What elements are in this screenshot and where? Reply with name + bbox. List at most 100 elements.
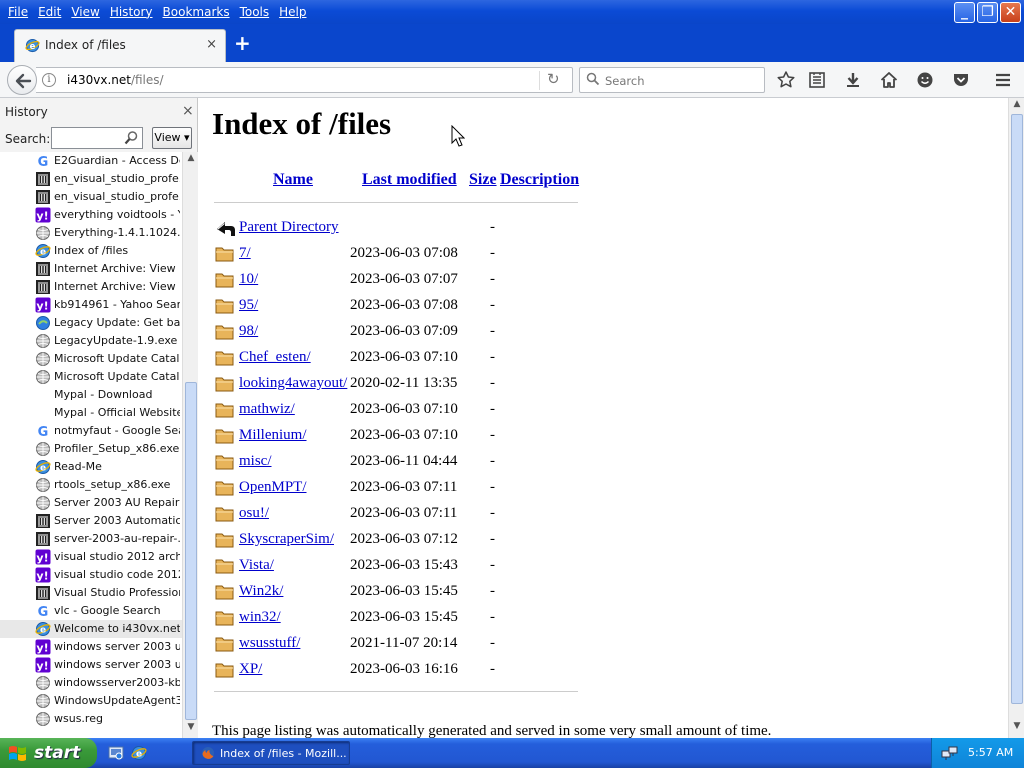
parent-directory-link[interactable]: Parent Directory (239, 219, 339, 236)
history-item[interactable]: G E2Guardian - Access De... (0, 152, 182, 170)
column-name-link[interactable]: Name (273, 171, 313, 189)
history-item[interactable]: y! everything voidtools - Y... (0, 206, 182, 224)
directory-link[interactable]: Vista/ (239, 557, 274, 574)
history-item[interactable]: e Read-Me (0, 458, 182, 476)
network-icon[interactable] (941, 745, 959, 761)
directory-link[interactable]: Win2k/ (239, 583, 283, 600)
directory-link[interactable]: OpenMPT/ (239, 479, 307, 496)
reload-icon[interactable]: ↻ (547, 70, 560, 88)
history-item[interactable]: wsus.reg (0, 710, 182, 728)
sidebar-scroll-thumb[interactable] (185, 382, 197, 720)
history-item[interactable]: Mypal - Download (0, 386, 182, 404)
sidebar-view-button[interactable]: View ▾ (152, 127, 192, 149)
directory-link[interactable]: mathwiz/ (239, 401, 295, 418)
directory-link[interactable]: 7/ (239, 245, 251, 262)
globe-icon (36, 478, 50, 492)
site-info-icon[interactable]: i (42, 73, 56, 87)
directory-link[interactable]: 95/ (239, 297, 258, 314)
history-item-label: Profiler_Setup_x86.exe (54, 442, 180, 455)
history-item[interactable]: Everything-1.4.1.1024.... (0, 224, 182, 242)
smiley-feedback-icon[interactable] (915, 70, 935, 90)
ie-globe-icon[interactable]: e (131, 745, 147, 761)
home-icon[interactable] (879, 70, 899, 90)
directory-link[interactable]: 10/ (239, 271, 258, 288)
scroll-down-icon[interactable]: ▼ (185, 722, 197, 736)
bookmark-star-icon[interactable] (776, 70, 796, 90)
history-item[interactable]: server-2003-au-repair-... (0, 530, 182, 548)
folder-icon (215, 325, 234, 340)
show-desktop-icon[interactable] (108, 745, 124, 761)
sidebar-search-input[interactable] (51, 127, 143, 149)
menu-file[interactable]: File (3, 5, 33, 19)
history-item[interactable]: Server 2003 Automatic ... (0, 512, 182, 530)
menu-view[interactable]: View (66, 5, 104, 19)
history-item[interactable]: Microsoft Update Catalog (0, 368, 182, 386)
hamburger-menu-icon[interactable] (993, 70, 1013, 90)
history-item[interactable]: e Welcome to i430vx.net! (0, 620, 182, 638)
history-item[interactable]: Legacy Update: Get ba... (0, 314, 182, 332)
pocket-icon[interactable] (951, 70, 971, 90)
directory-link[interactable]: XP/ (239, 661, 262, 678)
internet-archive-icon (36, 532, 50, 546)
history-item[interactable]: Microsoft Update Catalog (0, 350, 182, 368)
url-bar[interactable]: i i430vx.net/files/ ↻ (36, 67, 573, 93)
sidebar-scrollbar[interactable]: ▲ ▼ (182, 152, 198, 738)
restore-button[interactable]: ❐ (977, 2, 998, 23)
directory-link[interactable]: osu!/ (239, 505, 269, 522)
tab-index-of-files[interactable]: e Index of /files × (14, 29, 226, 62)
download-icon[interactable] (843, 70, 863, 90)
history-item[interactable]: Visual Studio Profession... (0, 584, 182, 602)
history-item[interactable]: Mypal - Official Website (0, 404, 182, 422)
history-item[interactable]: LegacyUpdate-1.9.exe (0, 332, 182, 350)
page-scrollbar[interactable]: ▲ ▼ (1008, 98, 1024, 738)
directory-link[interactable]: Millenium/ (239, 427, 307, 444)
start-button[interactable]: start (0, 738, 97, 768)
history-item[interactable]: Internet Archive: View ... (0, 260, 182, 278)
directory-link[interactable]: win32/ (239, 609, 281, 626)
menu-tools[interactable]: Tools (235, 5, 275, 19)
taskbar-window-button[interactable]: Index of /files - Mozill... (192, 741, 350, 765)
page-scroll-thumb[interactable] (1011, 114, 1023, 704)
history-item[interactable]: windowsserver2003-kb... (0, 674, 182, 692)
history-item[interactable]: Server 2003 AU Repair ... (0, 494, 182, 512)
history-item[interactable]: en_visual_studio_profe... (0, 170, 182, 188)
tab-close-button[interactable]: × (206, 37, 217, 52)
column-modified-link[interactable]: Last modified (362, 171, 457, 189)
column-description-link[interactable]: Description (500, 171, 579, 189)
minimize-button[interactable]: _ (954, 2, 975, 23)
directory-link[interactable]: 98/ (239, 323, 258, 340)
directory-link[interactable]: wsusstuff/ (239, 635, 300, 652)
scroll-up-icon[interactable]: ▲ (185, 153, 197, 167)
directory-link[interactable]: SkyscraperSim/ (239, 531, 334, 548)
history-item[interactable]: Internet Archive: View ... (0, 278, 182, 296)
menu-edit[interactable]: Edit (33, 5, 66, 19)
search-field[interactable]: Search (579, 67, 765, 93)
size: - (490, 427, 495, 443)
history-item[interactable]: e Index of /files (0, 242, 182, 260)
directory-link[interactable]: looking4awayout/ (239, 375, 347, 392)
history-item[interactable]: y! kb914961 - Yahoo Sear... (0, 296, 182, 314)
history-item[interactable]: y! windows server 2003 u... (0, 638, 182, 656)
history-item[interactable]: en_visual_studio_profe... (0, 188, 182, 206)
history-item[interactable]: Profiler_Setup_x86.exe (0, 440, 182, 458)
history-item[interactable]: rtools_setup_x86.exe (0, 476, 182, 494)
history-item[interactable]: WindowsUpdateAgent3... (0, 692, 182, 710)
menu-history[interactable]: History (105, 5, 158, 19)
history-item[interactable]: y! visual studio 2012 archi... (0, 548, 182, 566)
back-button[interactable] (7, 65, 37, 95)
history-item[interactable]: Gnotmyfaut - Google Sea... (0, 422, 182, 440)
new-tab-button[interactable]: + (234, 33, 251, 53)
column-size-link[interactable]: Size (469, 171, 497, 189)
history-item[interactable]: y! visual studio code 2012 ... (0, 566, 182, 584)
scroll-up-icon[interactable]: ▲ (1011, 99, 1023, 113)
reading-list-icon[interactable] (807, 70, 827, 90)
directory-link[interactable]: Chef_esten/ (239, 349, 311, 366)
sidebar-close-button[interactable]: × (182, 103, 194, 119)
history-item[interactable]: Gvlc - Google Search (0, 602, 182, 620)
close-window-button[interactable]: ✕ (1000, 2, 1021, 23)
directory-link[interactable]: misc/ (239, 453, 272, 470)
history-item[interactable]: y! windows server 2003 u... (0, 656, 182, 674)
menu-bookmarks[interactable]: Bookmarks (158, 5, 235, 19)
menu-help[interactable]: Help (274, 5, 311, 19)
scroll-down-icon[interactable]: ▼ (1011, 721, 1023, 735)
